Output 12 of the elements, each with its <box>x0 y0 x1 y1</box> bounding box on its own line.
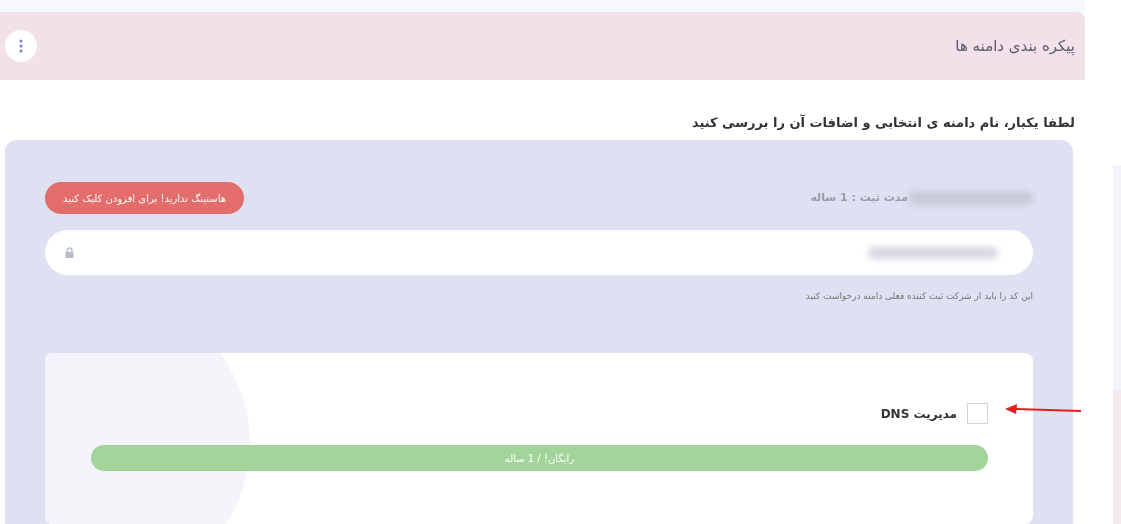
code-hint: این کد را باید از شرکت ثبت کننده فعلی دامنه درخواست کنید <box>805 291 1033 301</box>
auth-code-field[interactable] <box>45 230 1033 275</box>
addon-label: مدیریت DNS <box>880 405 957 423</box>
instruction-text: لطفا یکبار، نام دامنه ی انتخابی و اضافات آن را بررسی کنید <box>691 115 1075 130</box>
more-button[interactable] <box>5 30 37 62</box>
more-icon <box>19 39 23 53</box>
registration-period: مدت ثبت : 1 ساله <box>810 189 908 206</box>
add-hosting-button[interactable]: هاستینگ ندارید! برای افزودن کلیک کنید <box>45 182 244 214</box>
checkbox[interactable] <box>967 403 988 424</box>
lock-icon <box>65 247 74 258</box>
page-title: پیکره بندی دامنه ها <box>955 35 1075 57</box>
price-bar: رایگان! / 1 ساله <box>91 445 988 471</box>
